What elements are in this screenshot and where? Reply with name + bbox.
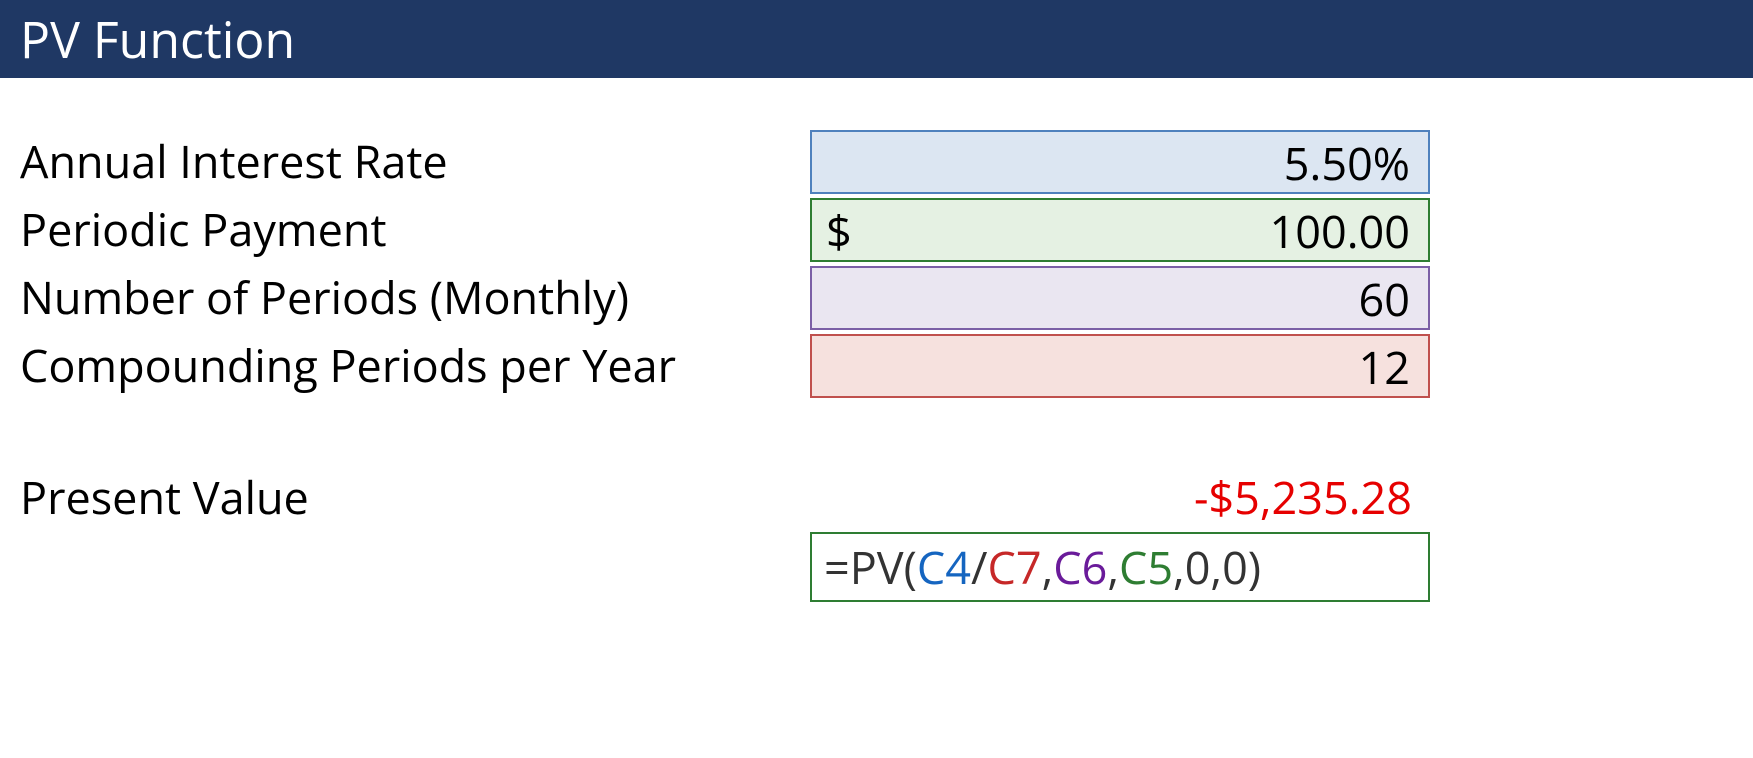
cell-annual-rate[interactable]: 5.50% [810, 130, 1430, 194]
present-value-result: -$5,235.28 [810, 466, 1430, 530]
formula-prefix: =PV( [824, 537, 917, 598]
label-annual-rate: Annual Interest Rate [0, 128, 810, 196]
label-present-value: Present Value [0, 464, 810, 532]
pv-table: Annual Interest Rate 5.50% Periodic Paym… [0, 78, 1753, 602]
formula-display: =PV(C4/C7,C6,C5,0,0) [810, 532, 1430, 602]
formula-ref-c4: C4 [917, 537, 971, 598]
formula-suffix: ,0,0) [1173, 537, 1261, 598]
formula-slash: / [971, 537, 988, 598]
currency-symbol: $ [826, 204, 852, 260]
formula-ref-c6: C6 [1053, 537, 1107, 598]
cell-periodic-payment[interactable]: $ 100.00 [810, 198, 1430, 262]
label-compounding: Compounding Periods per Year [0, 332, 810, 400]
label-num-periods: Number of Periods (Monthly) [0, 264, 810, 332]
page-title: PV Function [0, 0, 1753, 78]
cell-num-periods[interactable]: 60 [810, 266, 1430, 330]
formula-comma-2: , [1107, 537, 1119, 598]
cell-periodic-payment-value: 100.00 [1270, 201, 1410, 262]
formula-ref-c5: C5 [1119, 537, 1173, 598]
formula-ref-c7: C7 [988, 537, 1042, 598]
formula-comma-1: , [1042, 537, 1054, 598]
label-periodic-payment: Periodic Payment [0, 196, 810, 264]
cell-compounding[interactable]: 12 [810, 334, 1430, 398]
